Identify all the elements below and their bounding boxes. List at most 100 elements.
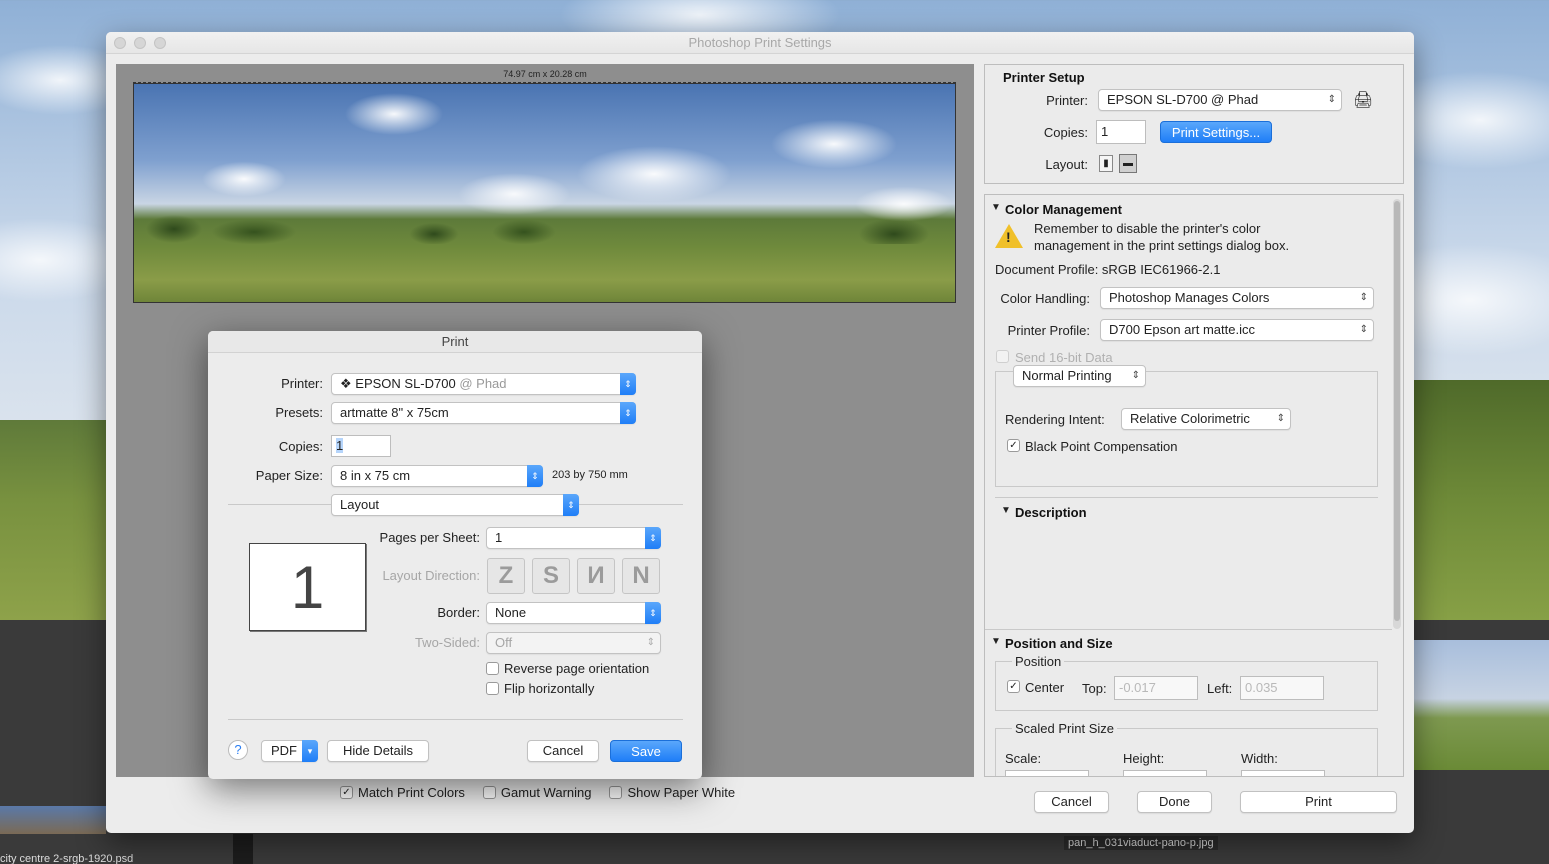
filmstrip-filename-left: city centre 2-srgb-1920.psd (0, 853, 134, 864)
reverse-orientation-checkbox[interactable] (486, 662, 499, 675)
portrait-layout-icon[interactable]: ▮ (1099, 155, 1113, 172)
top-field[interactable]: -0.017 (1114, 676, 1198, 700)
scale-field[interactable] (1005, 770, 1089, 776)
match-print-colors-label: Match Print Colors (358, 785, 465, 800)
print-settings-button[interactable]: Print Settings... (1160, 121, 1272, 143)
pd-presets-select[interactable]: artmatte 8" x 75cm ⇕ (331, 402, 636, 424)
chevron-updown-icon: ⇕ (645, 602, 661, 624)
pd-pages-per-sheet-value: 1 (495, 530, 503, 545)
pd-cancel-button[interactable]: Cancel (527, 740, 599, 762)
color-warning-text: Remember to disable the printer's color … (1034, 221, 1290, 253)
height-field[interactable] (1123, 770, 1207, 776)
pd-pages-per-sheet-label: Pages per Sheet: (379, 530, 480, 545)
settings-scroll-panel[interactable]: ▼ Color Management ! Remember to disable… (984, 194, 1404, 777)
gamut-warning-checkbox[interactable] (482, 786, 496, 799)
settings-scrollbar-thumb[interactable] (1394, 201, 1400, 621)
send-16bit-checkbox[interactable] (996, 350, 1009, 363)
pd-copies-field[interactable]: 1 (331, 435, 391, 457)
reverse-orientation-label: Reverse page orientation (504, 661, 650, 676)
window-titlebar: Photoshop Print Settings (106, 32, 1414, 54)
section-divider (985, 629, 1392, 630)
close-window-button[interactable] (114, 37, 126, 49)
show-paper-white-checkbox[interactable] (609, 786, 623, 799)
background-field-right (1410, 380, 1549, 620)
pd-pages-per-sheet-select[interactable]: 1 ⇕ (486, 527, 661, 549)
done-button[interactable]: Done (1137, 791, 1212, 813)
pd-border-value: None (495, 605, 527, 620)
printer-profile-value: D700 Epson art matte.icc (1109, 322, 1255, 337)
printer-setup-panel: Printer Setup Printer: EPSON SL-D700 @ P… (984, 64, 1404, 184)
chevron-updown-icon: ⇕ (1359, 292, 1368, 303)
preview-options: ✓ Match Print Colors Gamut Warning Show … (340, 785, 735, 800)
printing-mode-select[interactable]: Normal Printing ⇕ (1013, 365, 1146, 387)
width-field[interactable] (1241, 770, 1325, 776)
match-print-colors-checkbox[interactable]: ✓ (340, 786, 353, 799)
filmstrip-filename-right: pan_h_031viaduct-pano-p.jpg (1064, 836, 1218, 850)
help-button[interactable]: ? (228, 740, 248, 760)
printer-setup-title: Printer Setup (1003, 70, 1085, 85)
chevron-updown-icon: ⇕ (645, 527, 661, 549)
scale-label: Scale: (1005, 751, 1042, 766)
layout-direction-n-reverse-icon[interactable]: И (577, 558, 615, 594)
section-divider (995, 497, 1378, 498)
color-handling-select[interactable]: Photoshop Manages Colors ⇕ (1100, 287, 1374, 309)
hide-details-button[interactable]: Hide Details (327, 740, 429, 762)
rendering-intent-select[interactable]: Relative Colorimetric ⇕ (1121, 408, 1291, 430)
pdf-menu-button[interactable]: PDF ▾ (261, 740, 318, 762)
height-label: Height: (1123, 751, 1165, 766)
printing-mode-value: Normal Printing (1022, 368, 1112, 383)
rendering-intent-value: Relative Colorimetric (1130, 411, 1250, 426)
scaled-size-group-label: Scaled Print Size (1012, 721, 1117, 736)
color-management-title: Color Management (1005, 202, 1123, 217)
printer-select[interactable]: EPSON SL-D700 @ Phad ⇕ (1098, 89, 1342, 111)
width-label: Width: (1241, 751, 1278, 766)
disclosure-triangle-icon[interactable]: ▼ (991, 202, 1001, 213)
background-field-left (0, 420, 110, 620)
pd-paper-size-value: 8 in x 75 cm (340, 468, 411, 483)
chevron-updown-icon: ⇕ (1276, 413, 1285, 424)
panorama-preview-image[interactable] (133, 83, 956, 303)
printer-select-value: EPSON SL-D700 @ Phad (1107, 92, 1259, 107)
gamut-warning-option[interactable]: Gamut Warning (482, 785, 591, 800)
pd-paper-size-select[interactable]: 8 in x 75 cm ⇕ (331, 465, 543, 487)
landscape-layout-icon[interactable]: ▬ (1119, 154, 1137, 173)
layout-direction-z-icon[interactable]: Z (487, 558, 525, 594)
pd-section-select[interactable]: Layout ⇕ (331, 494, 579, 516)
chevron-updown-icon: ⇕ (620, 373, 636, 395)
document-profile-label: Document Profile: sRGB IEC61966-2.1 (995, 262, 1221, 277)
pd-border-select[interactable]: None ⇕ (486, 602, 661, 624)
flip-horizontally-checkbox[interactable] (486, 682, 499, 695)
show-paper-white-label: Show Paper White (627, 785, 736, 800)
filmstrip-thumb-right[interactable] (1414, 640, 1549, 770)
pd-printer-select[interactable]: ❖ EPSON SL-D700 @ Phad ⇕ (331, 373, 636, 395)
left-field[interactable]: 0.035 (1240, 676, 1324, 700)
filmstrip-thumb-left[interactable] (0, 806, 106, 834)
copies-field[interactable]: 1 (1096, 120, 1146, 144)
black-point-checkbox[interactable]: ✓ (1007, 439, 1020, 452)
disclosure-triangle-icon[interactable]: ▼ (1001, 505, 1011, 516)
flip-horizontally-label: Flip horizontally (504, 681, 595, 696)
printer-profile-select[interactable]: D700 Epson art matte.icc ⇕ (1100, 319, 1374, 341)
minimize-window-button[interactable] (134, 37, 146, 49)
cancel-button[interactable]: Cancel (1034, 791, 1109, 813)
show-paper-white-option[interactable]: Show Paper White (609, 785, 735, 800)
pd-two-sided-select[interactable]: Off ⇕ (486, 632, 661, 654)
print-dialog-title: Print (208, 331, 702, 353)
warning-exclamation: ! (1006, 229, 1011, 245)
zoom-window-button[interactable] (154, 37, 166, 49)
printer-label: Printer: (1046, 93, 1088, 108)
print-button[interactable]: Print (1240, 791, 1397, 813)
chevron-updown-icon: ⇕ (563, 494, 579, 516)
pd-copies-label: Copies: (278, 439, 323, 454)
layout-direction-n-icon[interactable]: N (622, 558, 660, 594)
printer-settings-icon[interactable]: 🖨 (1353, 90, 1373, 110)
chevron-updown-icon: ⇕ (1327, 94, 1336, 105)
pd-save-button[interactable]: Save (610, 740, 682, 762)
pd-printer-host: @ Phad (459, 376, 507, 391)
disclosure-triangle-icon[interactable]: ▼ (991, 636, 1001, 647)
match-print-colors-option[interactable]: ✓ Match Print Colors (340, 785, 465, 800)
pd-paper-size-label: Paper Size: (255, 468, 323, 483)
pd-two-sided-label: Two-Sided: (414, 635, 480, 650)
layout-direction-s-icon[interactable]: S (532, 558, 570, 594)
center-checkbox[interactable]: ✓ (1007, 680, 1020, 693)
